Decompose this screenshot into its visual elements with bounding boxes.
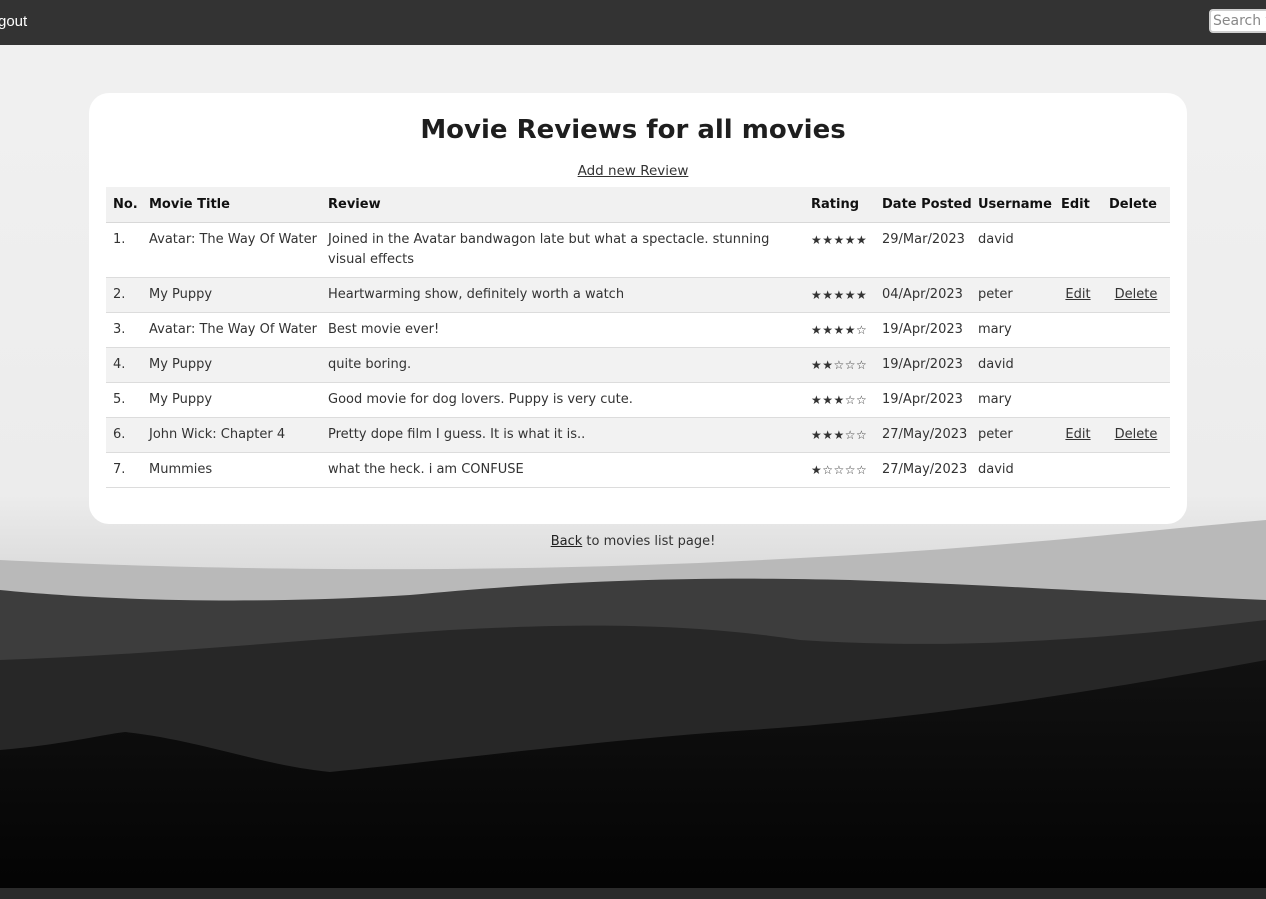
cell-edit: Edit: [1054, 417, 1102, 453]
cell-username: david: [971, 452, 1054, 488]
cell-delete: [1102, 312, 1170, 348]
cell-movie-title: My Puppy: [142, 382, 321, 418]
cell-delete: [1102, 382, 1170, 418]
delete-review-link[interactable]: Delete: [1115, 287, 1158, 302]
cell-delete: [1102, 452, 1170, 488]
table-row: 1. Avatar: The Way Of Water Joined in th…: [106, 222, 1170, 278]
star-rating: ★★★★☆: [804, 312, 875, 348]
back-text: to movies list page!: [582, 534, 716, 549]
star-rating: ★★★☆☆: [804, 417, 875, 453]
cell-review: Best movie ever!: [321, 312, 804, 348]
cell-edit: [1054, 312, 1102, 348]
add-review-container: Add new Review: [0, 160, 1266, 179]
cell-no: 7.: [106, 452, 142, 488]
cell-date-posted: 27/May/2023: [875, 452, 971, 488]
cell-username: peter: [971, 277, 1054, 313]
logout-link[interactable]: gout: [0, 13, 27, 30]
top-navbar: gout: [0, 0, 1266, 45]
cell-username: mary: [971, 312, 1054, 348]
cell-edit: [1054, 452, 1102, 488]
search-input[interactable]: [1209, 9, 1266, 33]
star-rating: ★☆☆☆☆: [804, 452, 875, 488]
cell-movie-title: My Puppy: [142, 277, 321, 313]
star-rating: ★★★★★: [804, 277, 875, 313]
cell-no: 1.: [106, 222, 142, 278]
cell-date-posted: 29/Mar/2023: [875, 222, 971, 278]
delete-review-link[interactable]: Delete: [1115, 427, 1158, 442]
table-row: 2. My Puppy Heartwarming show, definitel…: [106, 277, 1170, 313]
header-no: No.: [106, 187, 142, 223]
header-delete: Delete: [1102, 187, 1170, 223]
cell-date-posted: 19/Apr/2023: [875, 347, 971, 383]
back-line: Back to movies list page!: [0, 534, 1266, 549]
cell-delete: Delete: [1102, 277, 1170, 313]
cell-date-posted: 27/May/2023: [875, 417, 971, 453]
header-rating: Rating: [804, 187, 875, 223]
cell-username: david: [971, 347, 1054, 383]
header-edit: Edit: [1054, 187, 1102, 223]
table-header-row: No. Movie Title Review Rating Date Poste…: [106, 187, 1170, 223]
cell-date-posted: 04/Apr/2023: [875, 277, 971, 313]
cell-movie-title: John Wick: Chapter 4: [142, 417, 321, 453]
cell-date-posted: 19/Apr/2023: [875, 312, 971, 348]
cell-movie-title: Avatar: The Way Of Water: [142, 222, 321, 278]
reviews-table: No. Movie Title Review Rating Date Poste…: [106, 187, 1170, 488]
cell-review: Heartwarming show, definitely worth a wa…: [321, 277, 804, 313]
bottom-bar: [0, 888, 1266, 899]
cell-review: Pretty dope film I guess. It is what it …: [321, 417, 804, 453]
table-row: 6. John Wick: Chapter 4 Pretty dope film…: [106, 417, 1170, 453]
cell-movie-title: Avatar: The Way Of Water: [142, 312, 321, 348]
cell-delete: [1102, 222, 1170, 278]
cell-edit: Edit: [1054, 277, 1102, 313]
cell-review: Good movie for dog lovers. Puppy is very…: [321, 382, 804, 418]
cell-no: 6.: [106, 417, 142, 453]
cell-review: what the heck. i am CONFUSE: [321, 452, 804, 488]
cell-username: peter: [971, 417, 1054, 453]
header-movie-title: Movie Title: [142, 187, 321, 223]
header-date-posted: Date Posted: [875, 187, 972, 223]
cell-no: 4.: [106, 347, 142, 383]
page-title: Movie Reviews for all movies: [420, 115, 846, 145]
cell-review: Joined in the Avatar bandwagon late but …: [321, 222, 804, 278]
cell-movie-title: My Puppy: [142, 347, 321, 383]
cell-no: 2.: [106, 277, 142, 313]
cell-date-posted: 19/Apr/2023: [875, 382, 971, 418]
header-review: Review: [321, 187, 804, 223]
add-new-review-link[interactable]: Add new Review: [578, 163, 689, 179]
table-row: 7. Mummies what the heck. i am CONFUSE ★…: [106, 452, 1170, 488]
back-link[interactable]: Back: [551, 534, 583, 549]
table-row: 4. My Puppy quite boring. ★★☆☆☆ 19/Apr/2…: [106, 347, 1170, 383]
star-rating: ★★☆☆☆: [804, 347, 875, 383]
cell-edit: [1054, 222, 1102, 278]
star-rating: ★★★☆☆: [804, 382, 875, 418]
cell-no: 3.: [106, 312, 142, 348]
cell-review: quite boring.: [321, 347, 804, 383]
edit-review-link[interactable]: Edit: [1065, 427, 1090, 442]
edit-review-link[interactable]: Edit: [1065, 287, 1090, 302]
star-rating: ★★★★★: [804, 222, 875, 278]
cell-username: david: [971, 222, 1054, 278]
cell-username: mary: [971, 382, 1054, 418]
cell-delete: [1102, 347, 1170, 383]
cell-edit: [1054, 347, 1102, 383]
cell-no: 5.: [106, 382, 142, 418]
cell-movie-title: Mummies: [142, 452, 321, 488]
cell-edit: [1054, 382, 1102, 418]
cell-delete: Delete: [1102, 417, 1170, 453]
table-row: 5. My Puppy Good movie for dog lovers. P…: [106, 382, 1170, 418]
header-username: Username: [971, 187, 1054, 223]
table-row: 3. Avatar: The Way Of Water Best movie e…: [106, 312, 1170, 348]
